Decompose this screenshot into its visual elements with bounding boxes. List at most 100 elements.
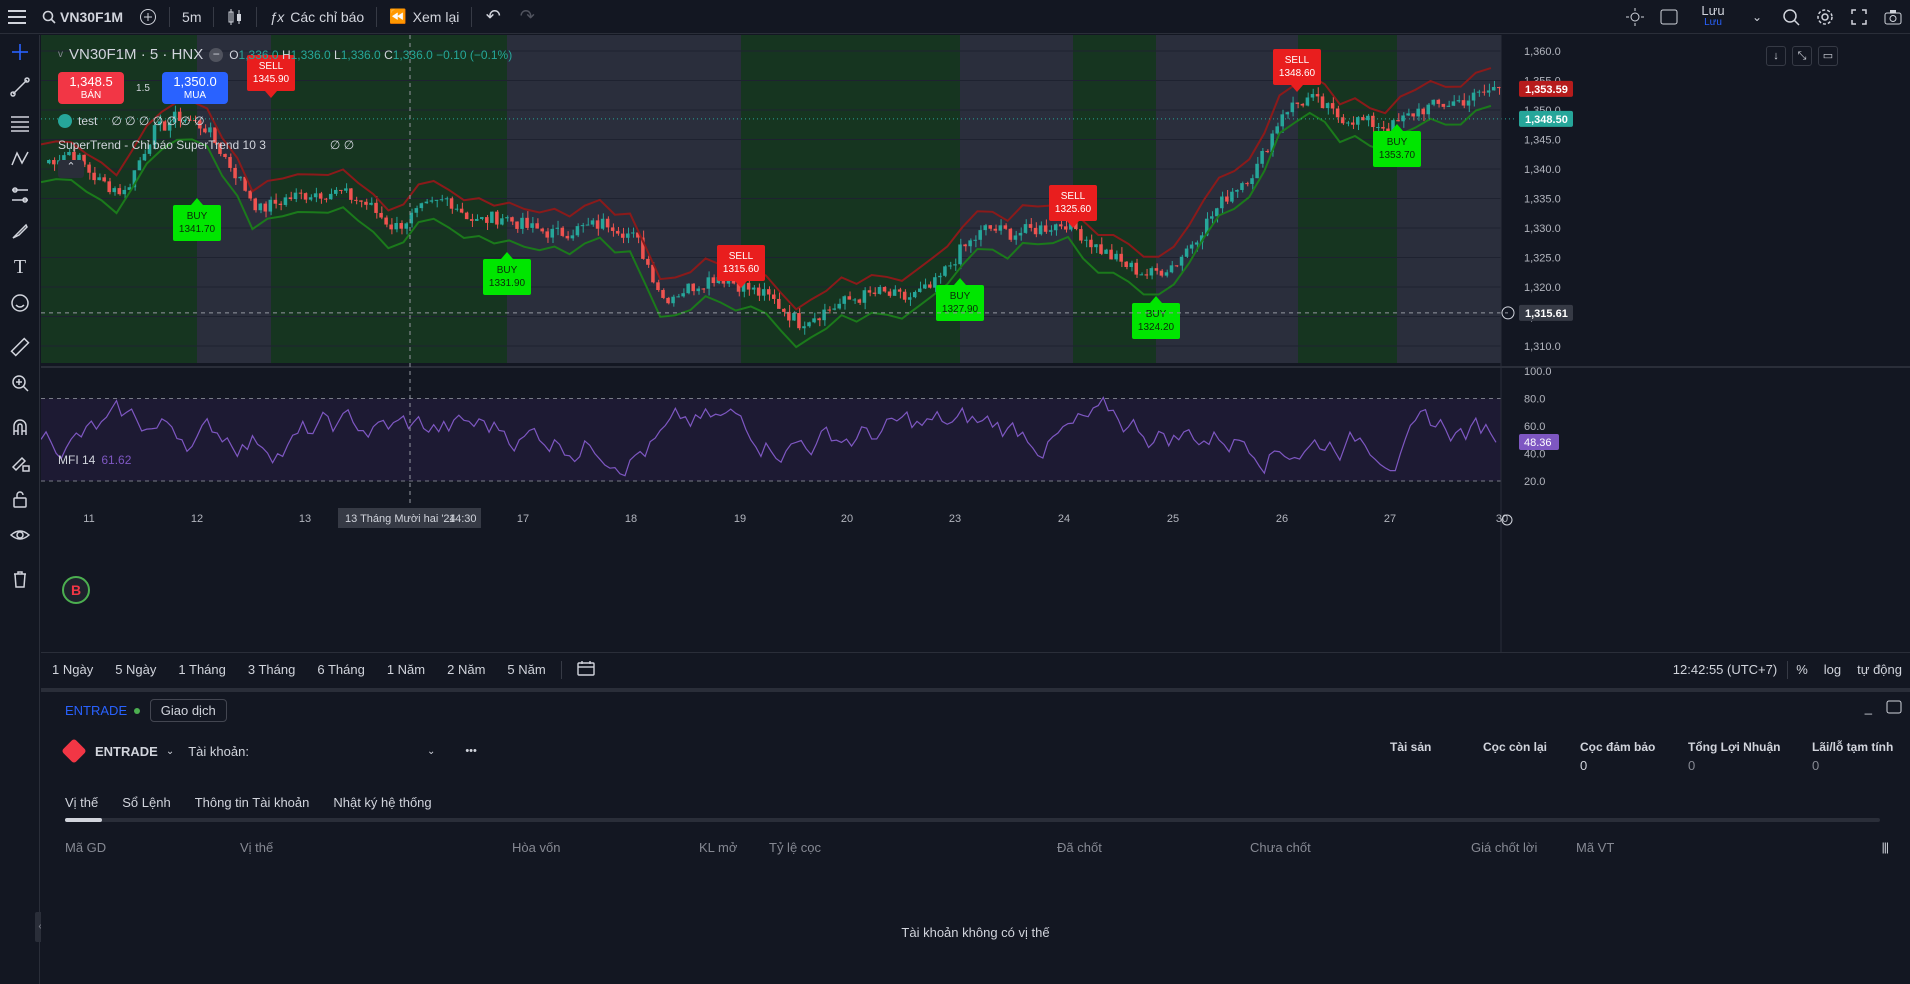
pattern-icon[interactable] — [0, 141, 40, 177]
maximize-panel-icon[interactable] — [1886, 700, 1902, 717]
symbol-search[interactable]: VN30F1M — [34, 0, 131, 34]
fib-levels-icon[interactable] — [0, 105, 40, 141]
compare-add-icon[interactable] — [131, 0, 165, 34]
ruler-icon[interactable] — [0, 329, 40, 365]
tab-orders[interactable]: Sổ Lệnh — [122, 795, 170, 810]
percent-toggle[interactable]: % — [1788, 662, 1816, 677]
redo-icon[interactable]: ↷ — [510, 0, 544, 34]
mfi-badge: 48.36 — [1524, 437, 1552, 449]
col-unrealized[interactable]: Chưa chốt — [1250, 840, 1311, 855]
save-button[interactable]: Lưu Lưu — [1686, 4, 1740, 29]
settings-gear-icon[interactable] — [1808, 0, 1842, 34]
pane-controls: ↓ ⤡ ▭ — [1766, 46, 1838, 66]
more-options-icon[interactable]: ••• — [465, 745, 477, 757]
brush-icon[interactable] — [0, 213, 40, 249]
column-settings-icon[interactable]: ||| — [1882, 840, 1889, 854]
range-2y[interactable]: 2 Năm — [436, 662, 496, 677]
layout-icon[interactable] — [1652, 0, 1686, 34]
range-3m[interactable]: 3 Tháng — [237, 662, 306, 677]
tab-positions[interactable]: Vị thế — [65, 795, 98, 810]
menu-icon[interactable] — [0, 0, 34, 34]
goto-date-icon[interactable] — [566, 660, 606, 679]
col-code[interactable]: Mã GD — [65, 840, 106, 855]
indicator-supertrend-row[interactable]: SuperTrend - Chỉ báo SuperTrend 10 3 ∅ ∅ — [58, 138, 354, 152]
tabs-scrollbar[interactable] — [65, 818, 1880, 822]
legend-remove-icon[interactable]: − — [209, 47, 224, 62]
emoji-icon[interactable] — [0, 285, 40, 321]
range-6m[interactable]: 6 Tháng — [306, 662, 375, 677]
price-tick-label: 1,340.0 — [1524, 164, 1561, 176]
price-badge-green: 1,348.50 — [1525, 114, 1568, 126]
candle-body — [772, 294, 776, 299]
broker-name[interactable]: ENTRADE — [95, 744, 158, 759]
range-1m[interactable]: 1 Tháng — [167, 662, 236, 677]
indicators-collapse-button[interactable]: ⌃ — [58, 160, 84, 178]
col-breakeven[interactable]: Hòa vốn — [512, 840, 560, 855]
legend-collapse-icon[interactable]: v — [58, 49, 63, 60]
broker-tab[interactable]: ENTRADE — [65, 703, 140, 718]
trend-line-icon[interactable] — [0, 69, 40, 105]
candle-type-icon[interactable] — [218, 0, 252, 34]
indicators-button[interactable]: ƒx Các chỉ báo — [261, 0, 372, 34]
candle-body — [515, 221, 519, 229]
clock-text[interactable]: 12:42:55 (UTC+7) — [1663, 662, 1787, 677]
crosshair-icon[interactable] — [0, 35, 40, 69]
time-tick-label: 24 — [1058, 513, 1070, 525]
buy-button[interactable]: 1,350.0 MUA — [162, 72, 228, 104]
candle-body — [1260, 150, 1264, 164]
fullscreen-icon[interactable] — [1842, 0, 1876, 34]
minimize-panel-icon[interactable]: _ — [1865, 700, 1872, 715]
tab-account-info[interactable]: Thông tin Tài khoản — [195, 795, 310, 810]
arrow-down-icon[interactable]: ↓ — [1766, 46, 1786, 66]
chevron-down-icon[interactable]: ⌄ — [1740, 0, 1774, 34]
col-open-volume[interactable]: KL mở — [699, 840, 737, 855]
magnet-icon[interactable] — [0, 409, 40, 445]
range-1y[interactable]: 1 Năm — [376, 662, 436, 677]
col-take-profit[interactable]: Giá chốt lời — [1471, 840, 1537, 855]
indicator-mfi-row[interactable]: MFI 14 61.62 — [58, 453, 131, 467]
range-5y[interactable]: 5 Năm — [496, 662, 556, 677]
sell-button[interactable]: 1,348.5 BÁN — [58, 72, 124, 104]
range-5d[interactable]: 5 Ngày — [104, 662, 167, 677]
eye-icon[interactable] — [0, 517, 40, 553]
lock-icon[interactable] — [0, 481, 40, 517]
replay-button[interactable]: ⏪ Xem lại — [381, 0, 467, 34]
chart-canvas[interactable]: SELL 1345.90 BUY 1341.70 BUY 1331.90 SELL 1315.… — [41, 35, 1910, 652]
log-toggle[interactable]: log — [1816, 662, 1849, 677]
candle-body — [1064, 226, 1068, 230]
chart-area[interactable]: SELL 1345.90 BUY 1341.70 BUY 1331.90 SELL 1315.… — [41, 35, 1910, 687]
col-position-id[interactable]: Mã VT — [1576, 840, 1614, 855]
candle-body — [1013, 235, 1018, 240]
chart-legend: v VN30F1M · 5 · HNX − O1,336.0 H1,336.0 … — [58, 46, 512, 63]
undo-icon[interactable]: ↶ — [476, 0, 510, 34]
collapse-pane-icon[interactable]: ⤡ — [1792, 46, 1812, 66]
tab-system-log[interactable]: Nhật ký hệ thống — [333, 795, 431, 810]
col-margin-ratio[interactable]: Tỷ lệ cọc — [769, 840, 821, 855]
lock-pen-icon[interactable] — [0, 445, 40, 481]
account-label: Tài khoản: — [188, 743, 249, 759]
legend-title[interactable]: VN30F1M · 5 · HNX — [69, 46, 203, 63]
candle-body — [882, 287, 887, 292]
time-range-bar: 1 Ngày 5 Ngày 1 Tháng 3 Tháng 6 Tháng 1 … — [41, 652, 1910, 686]
broker-chevron-icon[interactable]: ⌄ — [166, 746, 174, 757]
trash-icon[interactable] — [0, 561, 40, 597]
text-tool-icon[interactable]: T — [0, 249, 40, 285]
quick-search-icon[interactable] — [1774, 0, 1808, 34]
prediction-icon[interactable] — [0, 177, 40, 213]
col-position[interactable]: Vị thế — [240, 840, 273, 855]
candle-body — [510, 217, 514, 222]
theme-icon[interactable] — [1618, 0, 1652, 34]
candle-body — [877, 287, 882, 294]
col-realized[interactable]: Đã chốt — [1057, 840, 1102, 855]
test-indicator-label: test — [78, 114, 98, 128]
account-dropdown-icon[interactable]: ⌄ — [427, 746, 435, 757]
range-1d[interactable]: 1 Ngày — [41, 662, 104, 677]
zoom-in-icon[interactable] — [0, 365, 40, 401]
auto-toggle[interactable]: tự động — [1849, 662, 1910, 677]
candle-body — [953, 264, 957, 266]
indicator-test-row[interactable]: test ∅ ∅ ∅ ∅ ∅ ∅ ∅ — [58, 114, 205, 128]
maximize-pane-icon[interactable]: ▭ — [1818, 46, 1838, 66]
interval-button[interactable]: 5m — [174, 0, 209, 34]
snapshot-camera-icon[interactable] — [1876, 0, 1910, 34]
trade-tab-button[interactable]: Giao dịch — [149, 698, 227, 722]
